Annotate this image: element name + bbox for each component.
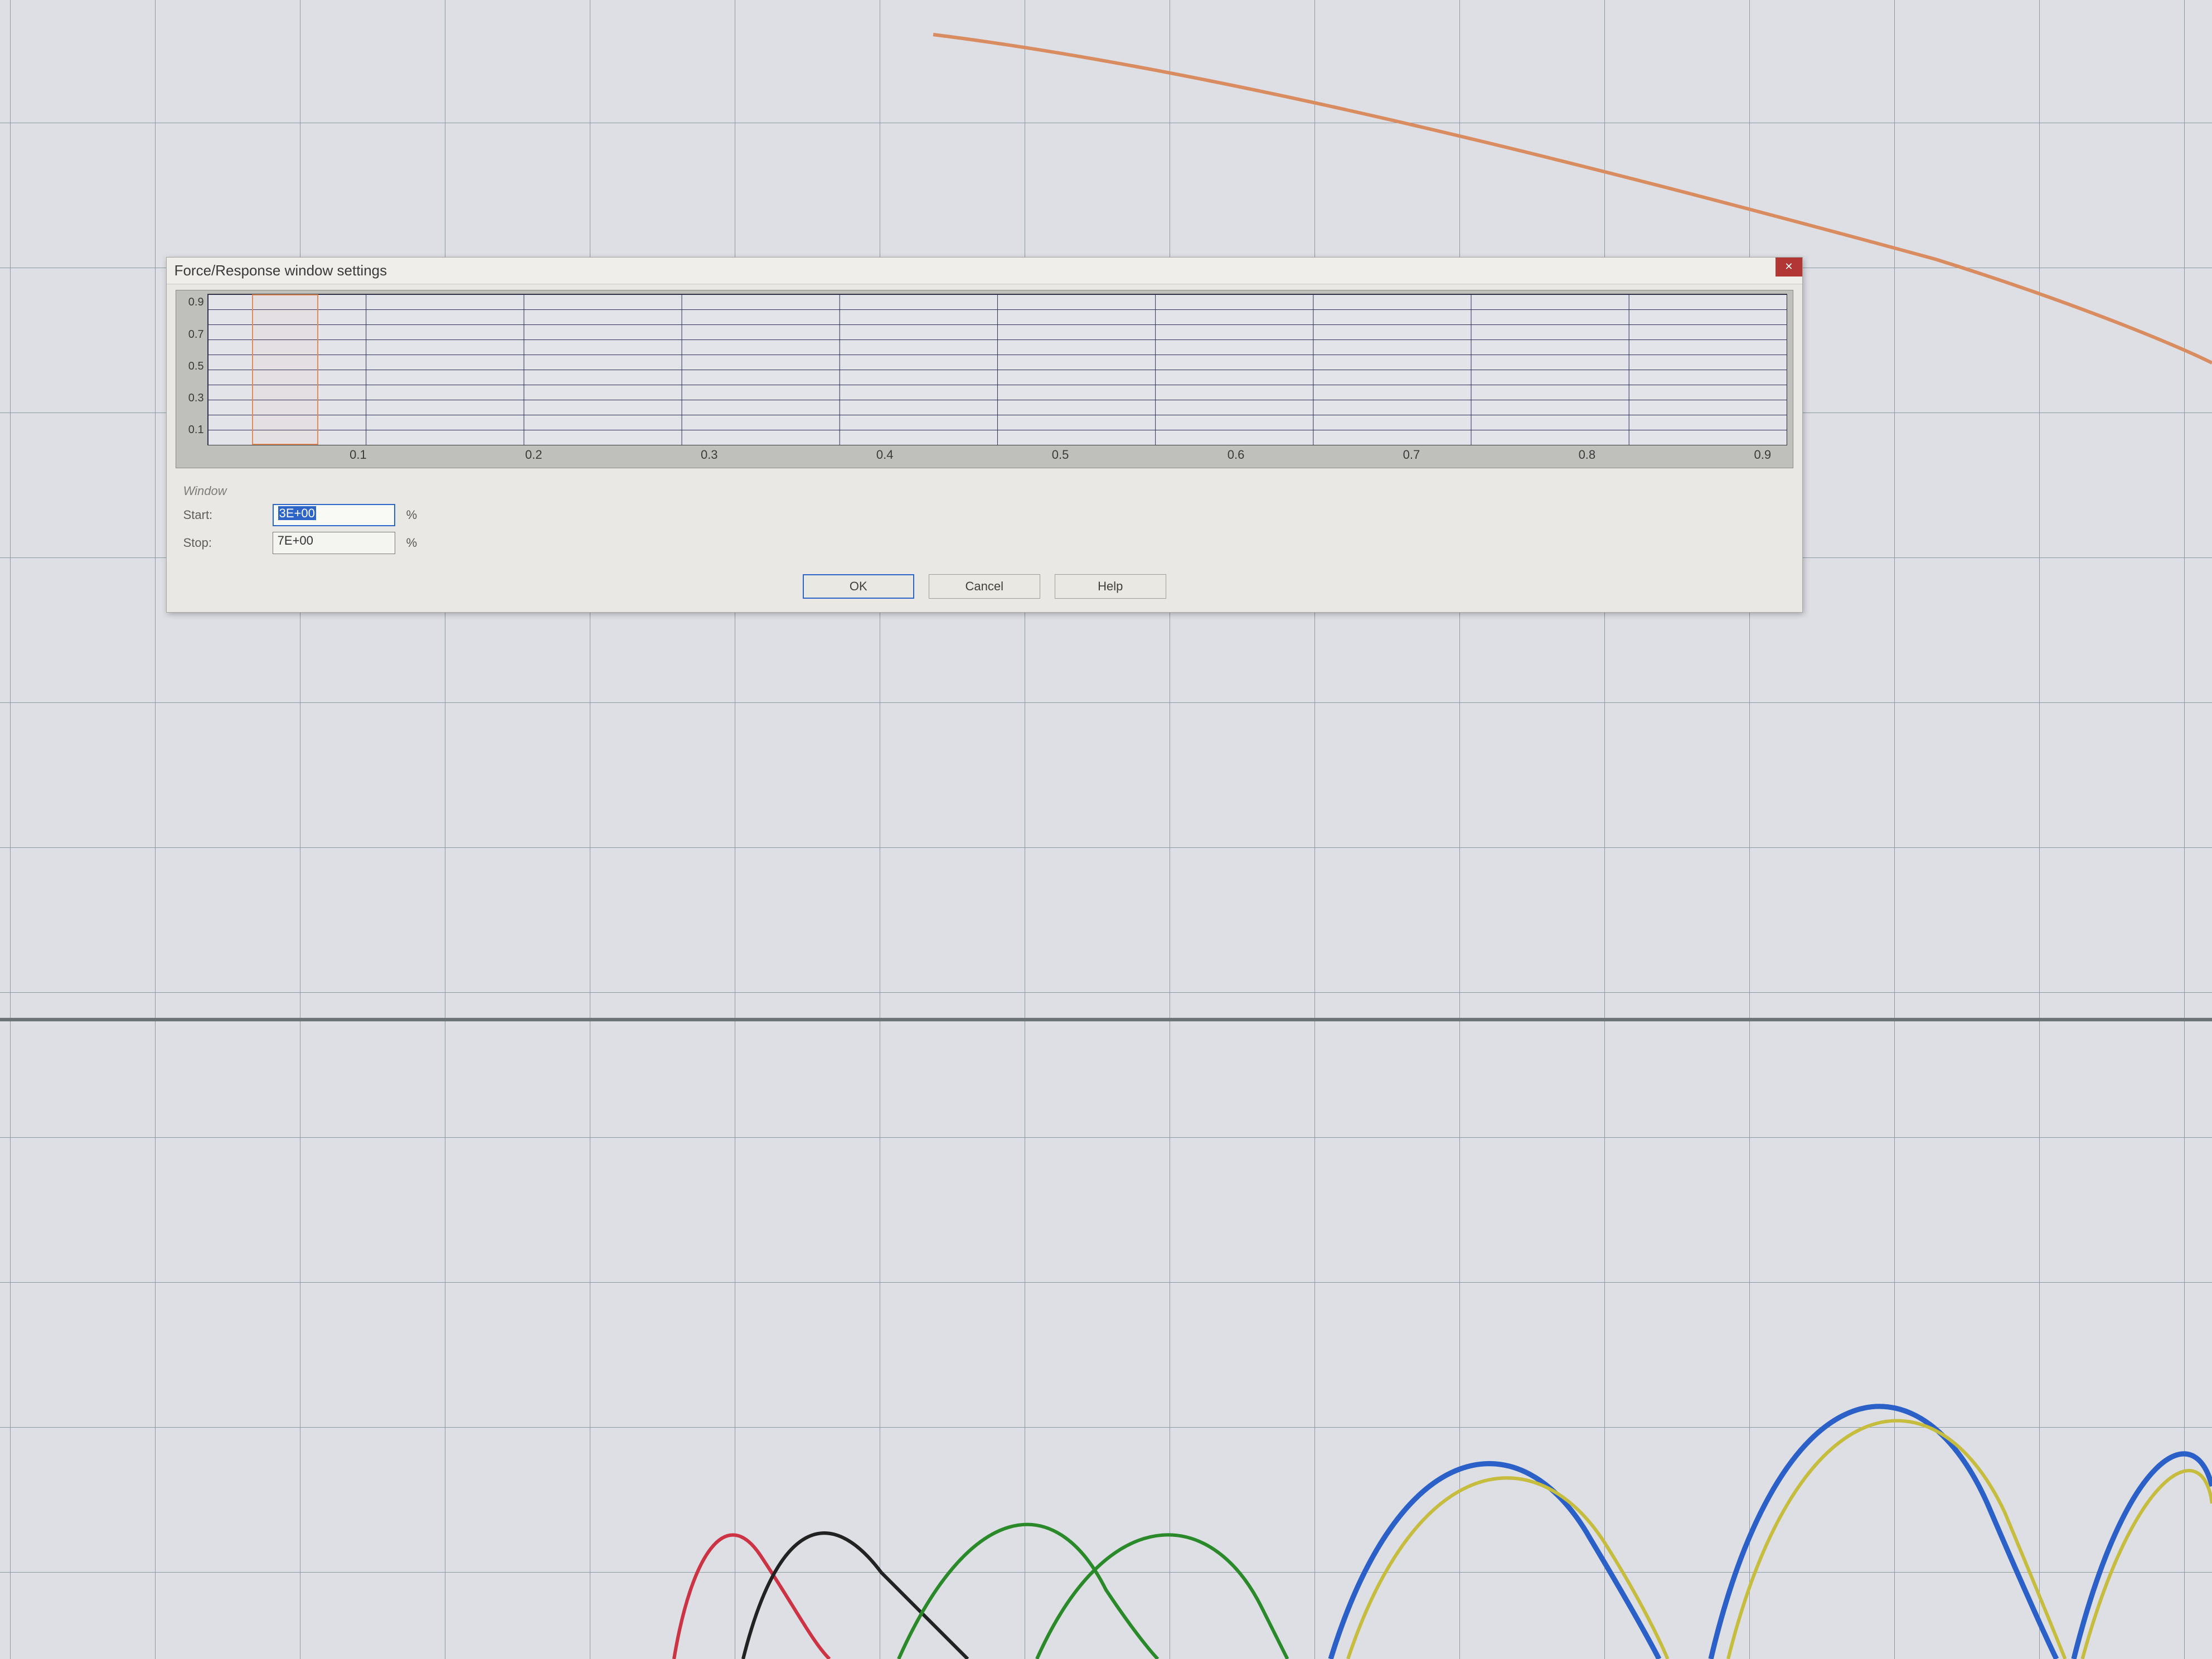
y-tick: 0.1 (182, 424, 206, 436)
x-tick: 0.8 (1499, 448, 1675, 464)
x-tick: 0.9 (1675, 448, 1850, 464)
start-label: Start: (183, 508, 261, 522)
window-preview-plot[interactable]: 0.9 0.7 0.5 0.3 0.1 0.1 0.2 0.3 0.4 0.5 … (176, 290, 1793, 468)
stop-row: Stop: 7E+00 % (183, 532, 1786, 554)
x-tick: 0.1 (270, 448, 446, 464)
dialog-titlebar[interactable]: Force/Response window settings ✕ (167, 258, 1802, 284)
stop-input[interactable]: 7E+00 (273, 532, 395, 554)
plot-grid (208, 294, 1787, 445)
close-button[interactable]: ✕ (1776, 258, 1802, 276)
dialog-button-row: OK Cancel Help (176, 574, 1793, 602)
background-chart-area (0, 0, 2212, 1659)
x-tick: 0.5 (973, 448, 1148, 464)
plot-canvas[interactable] (207, 294, 1787, 445)
force-response-window-settings-dialog: Force/Response window settings ✕ 0.9 0.7… (166, 257, 1803, 613)
start-input-value: 3E+00 (278, 506, 316, 520)
ok-button[interactable]: OK (803, 574, 914, 599)
stop-input-value: 7E+00 (278, 533, 313, 547)
y-tick: 0.5 (182, 360, 206, 373)
window-selection-rect[interactable] (252, 294, 318, 445)
ok-button-label: OK (850, 579, 867, 594)
background-traces (0, 0, 2212, 1659)
start-unit: % (406, 508, 418, 522)
window-group: Window Start: 3E+00 % Stop: 7E+00 % (176, 478, 1793, 563)
help-button-label: Help (1098, 579, 1123, 594)
help-button[interactable]: Help (1055, 574, 1166, 599)
x-tick: 0.2 (446, 448, 622, 464)
start-row: Start: 3E+00 % (183, 504, 1786, 526)
close-icon: ✕ (1784, 261, 1793, 273)
x-tick: 0.6 (1148, 448, 1324, 464)
cancel-button-label: Cancel (966, 579, 1003, 594)
x-tick: 0.3 (622, 448, 797, 464)
start-input[interactable]: 3E+00 (273, 504, 395, 526)
dialog-title: Force/Response window settings (174, 262, 387, 279)
y-tick: 0.7 (182, 328, 206, 341)
y-tick: 0.3 (182, 392, 206, 405)
window-group-title: Window (183, 484, 1786, 498)
stop-unit: % (406, 536, 418, 550)
x-tick: 0.7 (1323, 448, 1499, 464)
cancel-button[interactable]: Cancel (929, 574, 1040, 599)
x-tick: 0.4 (797, 448, 973, 464)
stop-label: Stop: (183, 536, 261, 550)
plot-y-ticks: 0.9 0.7 0.5 0.3 0.1 (182, 294, 206, 445)
dialog-body: 0.9 0.7 0.5 0.3 0.1 0.1 0.2 0.3 0.4 0.5 … (167, 284, 1802, 612)
plot-x-ticks: 0.1 0.2 0.3 0.4 0.5 0.6 0.7 0.8 0.9 (207, 448, 1787, 464)
y-tick: 0.9 (182, 296, 206, 309)
